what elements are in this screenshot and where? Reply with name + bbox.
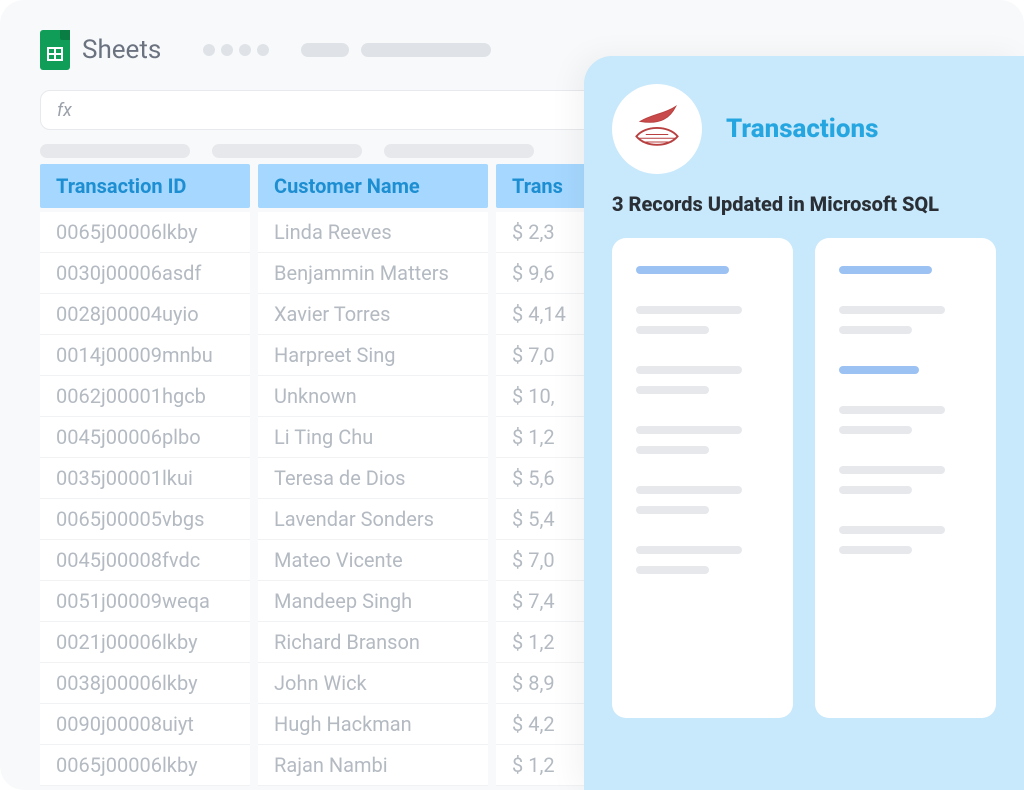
cell-customer-name[interactable]: Richard Branson [258,622,488,663]
cell-customer-name[interactable]: Xavier Torres [258,294,488,335]
cell-transaction-id[interactable]: 0045j00006plbo [40,417,250,458]
cell-customer-name[interactable]: Harpreet Sing [258,335,488,376]
microsoft-sql-server-icon [612,84,702,174]
app-canvas: Sheets fx Transaction ID Customer Name T… [0,0,1024,790]
transactions-panel: Transactions 3 Records Updated in Micros… [584,56,1024,790]
record-card [612,238,793,718]
record-cards [612,238,996,718]
toolbar-dots-placeholder [203,44,269,56]
cell-customer-name[interactable]: Hugh Hackman [258,704,488,745]
google-sheets-icon [40,30,70,70]
cell-customer-name[interactable]: Lavendar Sonders [258,499,488,540]
record-card [815,238,996,718]
cell-transaction-id[interactable]: 0035j00001lkui [40,458,250,499]
cell-transaction-id[interactable]: 0065j00006lkby [40,212,250,253]
cell-transaction-id[interactable]: 0028j00004uyio [40,294,250,335]
cell-customer-name[interactable]: John Wick [258,663,488,704]
cell-customer-name[interactable]: Teresa de Dios [258,458,488,499]
cell-transaction-id[interactable]: 0062j00001hgcb [40,376,250,417]
cell-customer-name[interactable]: Benjammin Matters [258,253,488,294]
cell-transaction-id[interactable]: 0051j00009weqa [40,581,250,622]
cell-transaction-id[interactable]: 0030j00006asdf [40,253,250,294]
cell-transaction-id[interactable]: 0065j00005vbgs [40,499,250,540]
cell-transaction-id[interactable]: 0090j00008uiyt [40,704,250,745]
cell-transaction-id[interactable]: 0045j00008fvdc [40,540,250,581]
cell-customer-name[interactable]: Mateo Vicente [258,540,488,581]
cell-customer-name[interactable]: Rajan Nambi [258,745,488,786]
panel-status-text: 3 Records Updated in Microsoft SQL [612,192,996,216]
cell-transaction-id[interactable]: 0038j00006lkby [40,663,250,704]
panel-title: Transactions [726,114,878,144]
cell-customer-name[interactable]: Linda Reeves [258,212,488,253]
fx-label: fx [57,100,72,121]
column-header-transaction-id[interactable]: Transaction ID [40,164,250,208]
column-header-customer-name[interactable]: Customer Name [258,164,488,208]
placeholder-line [636,266,729,274]
cell-customer-name[interactable]: Unknown [258,376,488,417]
app-title: Sheets [82,35,161,65]
cell-transaction-id[interactable]: 0014j00009mnbu [40,335,250,376]
toolbar-placeholder [361,43,491,57]
cell-customer-name[interactable]: Mandeep Singh [258,581,488,622]
placeholder-line [839,266,932,274]
cell-customer-name[interactable]: Li Ting Chu [258,417,488,458]
toolbar-placeholder [301,43,349,57]
placeholder-line [839,366,919,374]
cell-transaction-id[interactable]: 0021j00006lkby [40,622,250,663]
cell-transaction-id[interactable]: 0065j00006lkby [40,745,250,786]
